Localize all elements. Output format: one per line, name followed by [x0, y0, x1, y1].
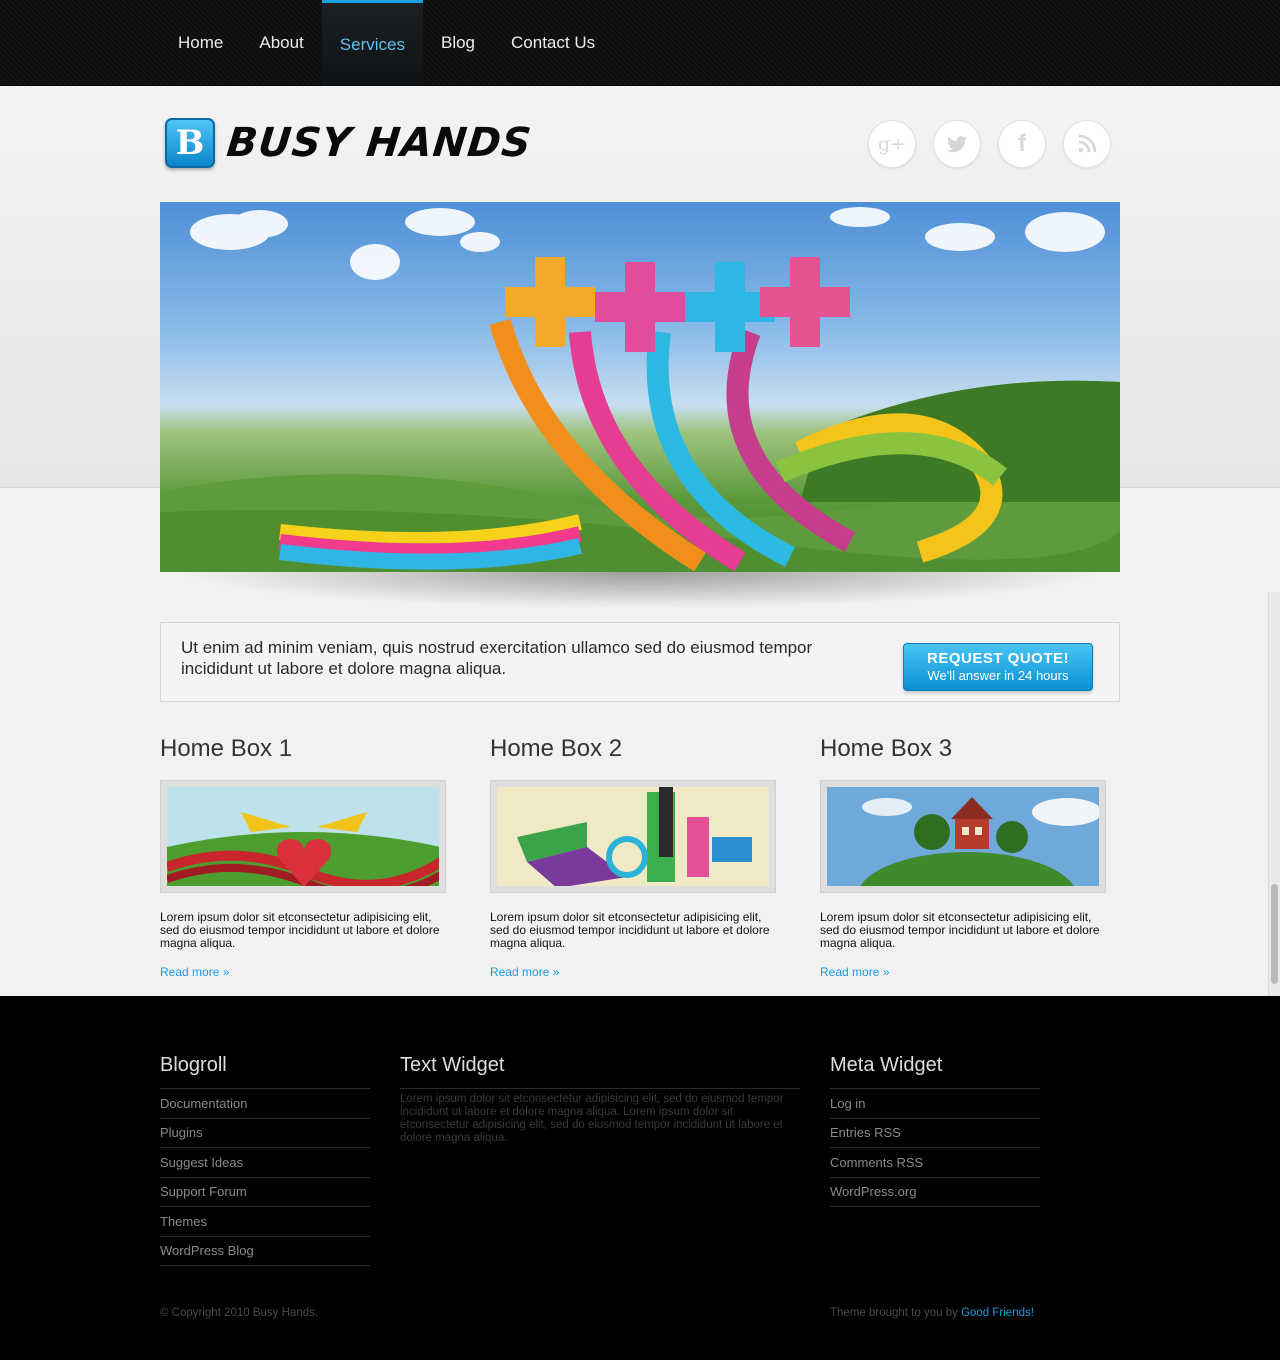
meta-list: Log in Entries RSS Comments RSS WordPres…: [830, 1089, 1040, 1207]
twitter-icon[interactable]: [933, 120, 981, 168]
blogroll-link-documentation[interactable]: Documentation: [160, 1089, 370, 1119]
site-logo[interactable]: B BUSY HANDS: [165, 118, 535, 168]
blogroll-link-wordpress-blog[interactable]: WordPress Blog: [160, 1237, 370, 1266]
home-box-1: Home Box 1 Lorem ipsum dolor sit etconse…: [160, 735, 450, 979]
read-more-link[interactable]: Read more »: [820, 965, 1110, 979]
blogroll-widget: Blogroll Documentation Plugins Suggest I…: [160, 1054, 370, 1266]
text-widget-title: Text Widget: [400, 1054, 800, 1089]
blogroll-link-themes[interactable]: Themes: [160, 1207, 370, 1237]
nav-item-blog[interactable]: Blog: [423, 0, 493, 86]
home-box-3: Home Box 3 Lorem ipsum dolor sit etconse…: [820, 735, 1110, 979]
meta-link-entries-rss[interactable]: Entries RSS: [830, 1119, 1040, 1148]
facebook-icon[interactable]: f: [998, 120, 1046, 168]
call-to-action-bar: Ut enim ad minim veniam, quis nostrud ex…: [160, 622, 1120, 702]
home-box-thumbnail[interactable]: [160, 780, 446, 893]
theme-credit: Theme brought to you by Good Friends!: [830, 1307, 1034, 1319]
nav-item-home[interactable]: Home: [160, 0, 241, 86]
meta-link-comments-rss[interactable]: Comments RSS: [830, 1148, 1040, 1178]
nav-item-services[interactable]: Services: [321, 0, 423, 86]
request-quote-sublabel: We'll answer in 24 hours: [927, 668, 1069, 683]
request-quote-button[interactable]: REQUEST QUOTE! We'll answer in 24 hours: [903, 643, 1093, 691]
page-scrollbar[interactable]: [1268, 592, 1280, 996]
site-name: BUSY HANDS: [224, 120, 535, 166]
request-quote-label: REQUEST QUOTE!: [926, 650, 1069, 667]
read-more-link[interactable]: Read more »: [490, 965, 780, 979]
copyright-text: © Copyright 2010 Busy Hands.: [160, 1307, 319, 1319]
home-box-title: Home Box 2: [490, 735, 623, 762]
nav-item-about[interactable]: About: [241, 0, 321, 86]
text-widget: Text Widget Lorem ipsum dolor sit etcons…: [400, 1054, 800, 1145]
meta-widget-title: Meta Widget: [830, 1054, 1040, 1089]
hero-shadow: [180, 572, 1100, 608]
main-menu: Home About Services Blog Contact Us: [160, 0, 613, 86]
home-box-2: Home Box 2 Lorem ipsum dolor sit etconse…: [490, 735, 780, 979]
home-box-text: Lorem ipsum dolor sit etconsectetur adip…: [820, 910, 1100, 950]
home-box-thumbnail[interactable]: [490, 780, 776, 893]
meta-link-wordpress-org[interactable]: WordPress.org: [830, 1178, 1040, 1207]
top-navigation-bar: Home About Services Blog Contact Us: [0, 0, 1280, 86]
scrollbar-thumb[interactable]: [1271, 884, 1278, 984]
meta-widget: Meta Widget Log in Entries RSS Comments …: [830, 1054, 1040, 1207]
blogroll-link-plugins[interactable]: Plugins: [160, 1119, 370, 1148]
home-box-text: Lorem ipsum dolor sit etconsectetur adip…: [160, 910, 440, 950]
credit-prefix: Theme brought to you by: [830, 1307, 958, 1319]
meta-link-log-in[interactable]: Log in: [830, 1089, 1040, 1119]
hero-banner-image: [160, 202, 1120, 572]
text-widget-body: Lorem ipsum dolor sit etconsectetur adip…: [400, 1093, 784, 1144]
home-box-title: Home Box 3: [820, 735, 953, 762]
hero-illustration: [160, 207, 1120, 572]
home-box-title: Home Box 1: [160, 735, 293, 762]
google-plus-icon[interactable]: g+: [868, 120, 916, 168]
blogroll-list: Documentation Plugins Suggest Ideas Supp…: [160, 1089, 370, 1266]
cta-text: Ut enim ad minim veniam, quis nostrud ex…: [181, 638, 813, 678]
nav-item-contact-us[interactable]: Contact Us: [493, 0, 613, 86]
rss-icon[interactable]: [1063, 120, 1111, 168]
blogroll-link-support-forum[interactable]: Support Forum: [160, 1178, 370, 1207]
credit-link[interactable]: Good Friends!: [961, 1307, 1034, 1319]
blogroll-title: Blogroll: [160, 1054, 370, 1089]
blogroll-link-suggest-ideas[interactable]: Suggest Ideas: [160, 1148, 370, 1178]
social-links: g+ f: [868, 120, 1128, 168]
logo-mark: B: [165, 118, 215, 168]
home-box-text: Lorem ipsum dolor sit etconsectetur adip…: [490, 910, 770, 950]
read-more-link[interactable]: Read more »: [160, 965, 450, 979]
home-box-thumbnail[interactable]: [820, 780, 1106, 893]
